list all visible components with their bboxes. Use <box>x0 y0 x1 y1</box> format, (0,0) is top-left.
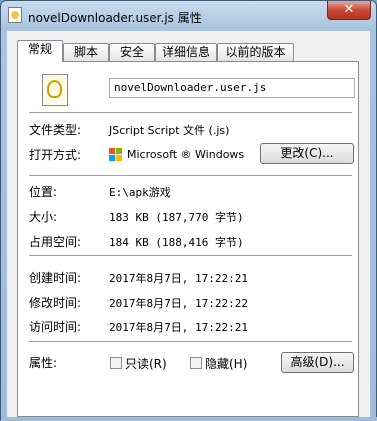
created-label: 创建时间: <box>29 271 82 285</box>
hidden-checkbox[interactable] <box>190 357 202 369</box>
tab-details[interactable]: 详细信息 <box>155 43 217 61</box>
open-with-label: 打开方式: <box>29 148 82 162</box>
size-value: 183 KB (187,770 字节) <box>109 211 244 224</box>
script-file-icon <box>42 74 68 106</box>
tab-security[interactable]: 安全 <box>109 43 155 61</box>
open-with-value: Microsoft ® Windows <box>127 148 245 161</box>
microsoft-logo-icon <box>109 148 123 162</box>
created-value: 2017年8月7日, 17:22:21 <box>109 272 248 285</box>
file-name-field[interactable]: novelDownloader.user.js <box>109 78 355 98</box>
tab-previous-versions[interactable]: 以前的版本 <box>217 43 294 61</box>
dialog-client: 常规 脚本 安全 详细信息 以前的版本 novelDownloader.user… <box>7 31 370 417</box>
accessed-value: 2017年8月7日, 17:22:21 <box>109 321 248 334</box>
file-type-label: 文件类型: <box>29 123 82 137</box>
location-label: 位置: <box>29 185 58 199</box>
accessed-label: 访问时间: <box>29 320 82 334</box>
title-bar[interactable]: novelDownloader.user.js 属性 ✕ <box>1 1 376 31</box>
window-bottom-edge <box>1 417 377 421</box>
location-value: E:\apk游戏 <box>109 186 171 199</box>
script-file-icon <box>8 7 22 23</box>
window-title: novelDownloader.user.js 属性 <box>28 11 202 25</box>
size-on-disk-label: 占用空间: <box>29 235 82 249</box>
modified-value: 2017年8月7日, 17:22:22 <box>109 297 248 310</box>
advanced-button[interactable]: 高级(D)... <box>281 352 354 373</box>
size-on-disk-value: 184 KB (188,416 字节) <box>109 236 244 249</box>
properties-window: novelDownloader.user.js 属性 ✕ 常规 脚本 安全 详细… <box>0 0 377 421</box>
modified-label: 修改时间: <box>29 296 82 310</box>
readonly-checkbox[interactable] <box>110 357 122 369</box>
general-panel: novelDownloader.user.js 文件类型: JScript Sc… <box>17 61 359 417</box>
size-label: 大小: <box>29 210 58 224</box>
divider <box>29 341 352 342</box>
divider <box>29 255 352 256</box>
tab-script[interactable]: 脚本 <box>63 43 109 61</box>
divider <box>29 175 352 176</box>
tab-general[interactable]: 常规 <box>17 40 63 62</box>
hidden-label[interactable]: 隐藏(H) <box>205 355 247 372</box>
readonly-label[interactable]: 只读(R) <box>125 355 167 372</box>
file-type-value: JScript Script 文件 (.js) <box>109 124 230 137</box>
attributes-label: 属性: <box>29 356 58 370</box>
divider <box>29 112 352 113</box>
close-button[interactable]: ✕ <box>327 1 371 20</box>
change-button[interactable]: 更改(C)... <box>260 143 354 164</box>
